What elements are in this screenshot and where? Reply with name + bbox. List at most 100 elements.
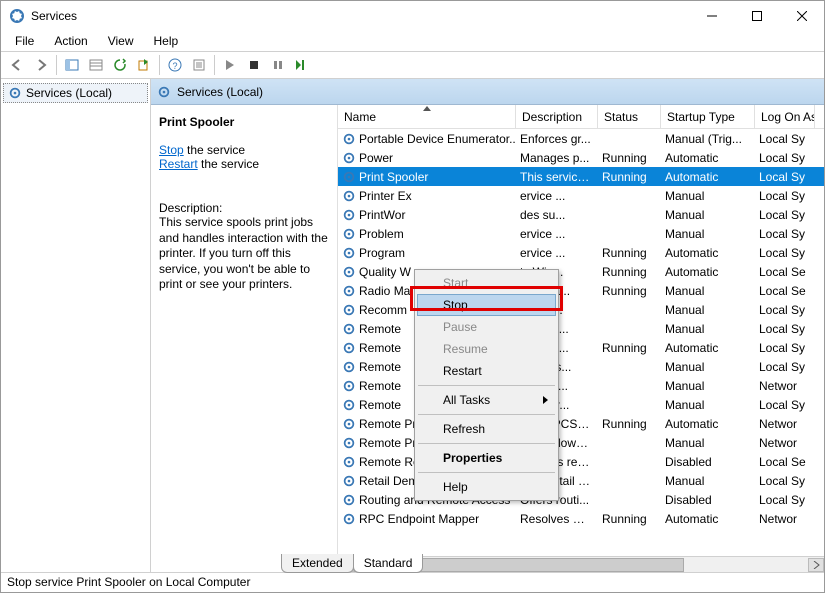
service-row[interactable]: Quality Wty Win...RunningAutomaticLocal … <box>338 262 824 281</box>
cell-description: Enforces gr... <box>516 131 598 147</box>
refresh-button[interactable] <box>108 54 132 76</box>
cell-logon: Local Sy <box>755 207 815 223</box>
column-header-description[interactable]: Description <box>516 105 598 128</box>
description-label: Description: <box>159 201 329 215</box>
scroll-right-button[interactable] <box>808 558 824 572</box>
column-header-status[interactable]: Status <box>598 105 661 128</box>
cell-logon: Local Sy <box>755 473 815 489</box>
column-header-startup[interactable]: Startup Type <box>661 105 755 128</box>
selected-service-name: Print Spooler <box>159 115 329 129</box>
service-row[interactable]: Recommes aut...ManualLocal Sy <box>338 300 824 319</box>
restart-service-button[interactable] <box>290 54 314 76</box>
toolbar-separator <box>214 55 215 75</box>
cell-status <box>598 214 661 216</box>
context-refresh[interactable]: Refresh <box>417 418 556 440</box>
list-button[interactable] <box>84 54 108 76</box>
cell-status <box>598 309 661 311</box>
cell-name: Problem <box>338 226 516 242</box>
service-row[interactable]: Programervice ...RunningAutomaticLocal S… <box>338 243 824 262</box>
context-stop[interactable]: Stop <box>417 294 556 316</box>
service-row[interactable]: Remote es a co...ManualLocal Sy <box>338 319 824 338</box>
tab-extended[interactable]: Extended <box>281 554 354 573</box>
cell-name: RPC Endpoint Mapper <box>338 511 516 527</box>
service-row[interactable]: PrintWordes su...ManualLocal Sy <box>338 205 824 224</box>
tab-standard[interactable]: Standard <box>353 554 424 573</box>
menu-file[interactable]: File <box>5 32 44 50</box>
service-row[interactable]: Portable Device Enumerator...Enforces gr… <box>338 129 824 148</box>
cell-status <box>598 138 661 140</box>
maximize-button[interactable] <box>734 1 779 31</box>
context-start[interactable]: Start <box>417 272 556 294</box>
column-header-name[interactable]: Name <box>338 105 516 128</box>
close-icon <box>797 11 807 21</box>
minimize-button[interactable] <box>689 1 734 31</box>
context-separator <box>418 414 555 415</box>
cell-logon: Local Sy <box>755 245 815 261</box>
context-pause[interactable]: Pause <box>417 316 556 338</box>
gear-icon <box>8 86 22 100</box>
pause-service-button[interactable] <box>266 54 290 76</box>
help-button[interactable]: ? <box>163 54 187 76</box>
context-help[interactable]: Help <box>417 476 556 498</box>
service-row[interactable]: RPC Endpoint MapperResolves RP...Running… <box>338 509 824 528</box>
restart-icon <box>296 60 308 70</box>
stop-link[interactable]: Stop <box>159 143 184 157</box>
cell-startup: Manual <box>661 207 755 223</box>
service-row[interactable]: Remote RegistryEnables rem...DisabledLoc… <box>338 452 824 471</box>
properties-button[interactable] <box>187 54 211 76</box>
cell-logon: Local Sy <box>755 321 815 337</box>
service-row[interactable]: Printer Exervice ...ManualLocal Sy <box>338 186 824 205</box>
stop-service-button[interactable] <box>242 54 266 76</box>
list-pane: Name Description Status Startup Type Log… <box>337 105 824 572</box>
close-button[interactable] <box>779 1 824 31</box>
context-separator <box>418 443 555 444</box>
service-row[interactable]: Problemervice ...ManualLocal Sy <box>338 224 824 243</box>
menu-action[interactable]: Action <box>44 32 97 50</box>
context-resume[interactable]: Resume <box>417 338 556 360</box>
service-row[interactable]: Remote ote Des...ManualLocal Sy <box>338 357 824 376</box>
menu-help[interactable]: Help <box>144 32 189 50</box>
cell-logon: Local Sy <box>755 226 815 242</box>
cell-logon: Networ <box>755 378 815 394</box>
context-properties[interactable]: Properties <box>417 447 556 469</box>
forward-button[interactable] <box>29 54 53 76</box>
tree-item-services-local[interactable]: Services (Local) <box>3 83 148 103</box>
cell-startup: Disabled <box>661 492 755 508</box>
service-row[interactable]: Remote es the r...ManualLocal Sy <box>338 395 824 414</box>
chevron-right-icon <box>812 561 820 569</box>
service-row[interactable]: Remote Procedure Call (RPC)The RPCSS s..… <box>338 414 824 433</box>
show-hide-tree-button[interactable] <box>60 54 84 76</box>
service-row[interactable]: Routing and Remote AccessOffers routi...… <box>338 490 824 509</box>
service-row[interactable]: Retail Demo ServiceThe Retail D...Manual… <box>338 471 824 490</box>
start-service-button[interactable] <box>218 54 242 76</box>
refresh-icon <box>113 58 127 72</box>
service-row[interactable]: PowerManages p...RunningAutomaticLocal S… <box>338 148 824 167</box>
column-header-logon[interactable]: Log On As <box>755 105 815 128</box>
context-restart[interactable]: Restart <box>417 360 556 382</box>
cell-logon: Local Sy <box>755 397 815 413</box>
cell-status: Running <box>598 283 661 299</box>
menu-view[interactable]: View <box>98 32 144 50</box>
restart-suffix: the service <box>198 157 259 171</box>
stop-icon <box>249 60 259 70</box>
cell-logon: Local Sy <box>755 150 815 166</box>
cell-startup: Manual <box>661 283 755 299</box>
cell-logon: Local Sy <box>755 302 815 318</box>
restart-link[interactable]: Restart <box>159 157 198 171</box>
cell-startup: Manual (Trig... <box>661 131 755 147</box>
context-all-tasks[interactable]: All Tasks <box>417 389 556 411</box>
cell-name: Program <box>338 245 516 261</box>
back-button[interactable] <box>5 54 29 76</box>
back-arrow-icon <box>10 58 24 72</box>
cell-logon: Local Se <box>755 454 815 470</box>
export-button[interactable] <box>132 54 156 76</box>
service-row[interactable]: Remote ages di...RunningAutomaticLocal S… <box>338 338 824 357</box>
service-row[interactable]: Remote Procedure Call (RP...In Windows..… <box>338 433 824 452</box>
cell-startup: Disabled <box>661 454 755 470</box>
service-row[interactable]: Remote vs user...ManualNetwor <box>338 376 824 395</box>
cell-name: Portable Device Enumerator... <box>338 131 516 147</box>
cell-status <box>598 233 661 235</box>
service-row[interactable]: Radio Mae Mana...RunningManualLocal Se <box>338 281 824 300</box>
toolbar-separator <box>56 55 57 75</box>
service-row[interactable]: Print SpoolerThis service ...RunningAuto… <box>338 167 824 186</box>
